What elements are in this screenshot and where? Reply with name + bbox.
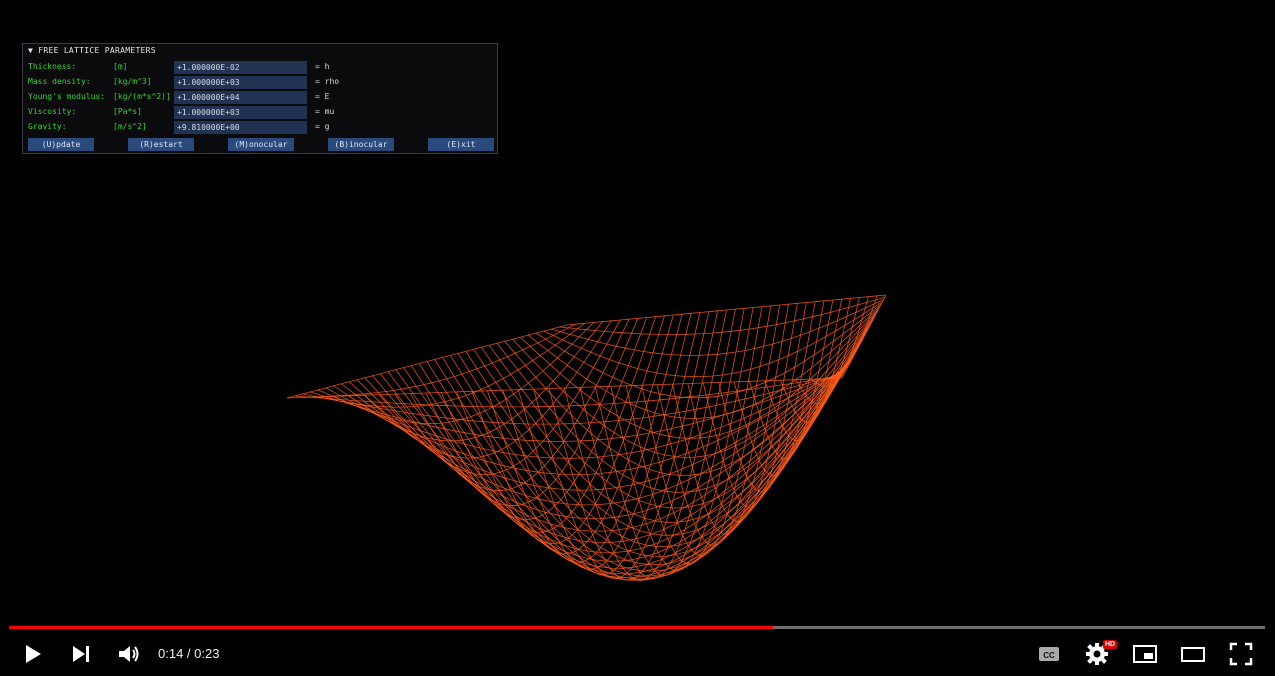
youngs-modulus-input[interactable]: +1.000000E+04 [174,91,307,104]
param-label: Mass density: [28,77,91,86]
miniplayer-icon [1133,645,1157,663]
param-symbol: = mu [315,107,335,116]
param-label: Viscosity: [28,107,77,116]
param-row-mass-density: Mass density: [kg/m^3] +1.000000E+03 = r… [23,76,497,90]
captions-button[interactable]: CC [1035,640,1063,668]
play-button[interactable] [18,640,46,668]
mesh-line [325,366,849,476]
mesh-line [434,334,866,577]
next-icon [73,646,89,662]
mesh-line [411,340,862,581]
param-symbol: = h [315,62,330,71]
volume-icon [119,646,139,662]
param-symbol: = E [315,92,330,101]
progress-played [9,626,774,629]
captions-icon: CC [1039,647,1059,661]
mesh-line [409,318,639,507]
binocular-button[interactable]: (B)inocular [328,138,394,151]
mesh-line [426,336,865,580]
miniplayer-button[interactable] [1131,640,1159,668]
mesh-line [425,317,648,521]
viscosity-input[interactable]: +1.000000E+03 [174,106,307,119]
exit-button[interactable]: (E)xit [428,138,494,151]
mesh-line [718,301,816,493]
time-display: 0:14 / 0:23 [158,646,220,661]
param-unit: [kg/(m*s^2)] [113,92,171,101]
hd-badge: HD [1103,640,1118,649]
play-icon [26,645,41,663]
fullscreen-button[interactable] [1227,640,1255,668]
thickness-input[interactable]: +1.000000E-02 [174,61,307,74]
param-row-youngs-modulus: Young's modulus: [kg/(m*s^2)] +1.000000E… [23,91,497,105]
param-row-viscosity: Viscosity: [Pa*s] +1.000000E+03 = mu [23,106,497,120]
mass-density-input[interactable]: +1.000000E+03 [174,76,307,89]
param-symbol: = rho [315,77,340,86]
progress-bar[interactable] [9,626,1265,629]
param-unit: [kg/m^3] [113,77,152,86]
restart-button[interactable]: (R)estart [128,138,194,151]
parameters-panel: ▼ FREE LATTICE PARAMETERS Thickness: [m]… [22,43,498,154]
param-row-gravity: Gravity: [m/s^2] +9.810000E+00 = g [23,121,497,135]
theater-icon [1181,647,1205,662]
param-row-thickness: Thickness: [m] +1.000000E-02 = h [23,61,497,75]
mesh-line [551,299,884,356]
param-label: Gravity: [28,122,67,131]
mesh-line [403,343,861,579]
theater-mode-button[interactable] [1179,640,1207,668]
svg-text:CC: CC [1043,651,1055,660]
param-unit: [Pa*s] [113,107,142,116]
fullscreen-icon [1229,642,1253,666]
monocular-button[interactable]: (M)onocular [228,138,294,151]
param-unit: [m/s^2] [113,122,147,131]
update-button[interactable]: (U)pdate [28,138,94,151]
next-button[interactable] [67,640,95,668]
mesh-line [302,323,577,398]
gravity-input[interactable]: +9.810000E+00 [174,121,307,134]
param-label: Thickness: [28,62,77,71]
mesh-line [364,354,855,543]
mesh-line [672,304,789,535]
panel-title[interactable]: ▼ FREE LATTICE PARAMETERS [28,46,156,55]
volume-button[interactable] [114,640,142,668]
param-unit: [m] [113,62,128,71]
param-symbol: = g [315,122,330,131]
param-label: Young's modulus: [28,92,106,101]
